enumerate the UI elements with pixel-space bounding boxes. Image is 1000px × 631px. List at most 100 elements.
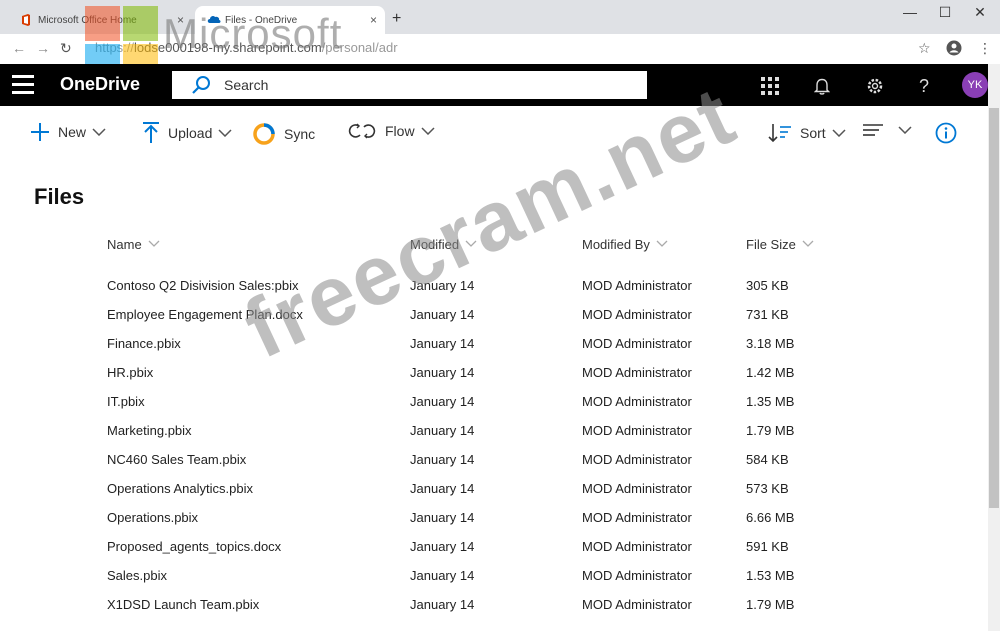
new-button[interactable]: New bbox=[30, 122, 106, 142]
info-icon bbox=[935, 122, 957, 144]
file-modified-by: MOD Administrator bbox=[582, 307, 692, 322]
file-modified: January 14 bbox=[410, 539, 475, 554]
search-input[interactable]: Search bbox=[172, 71, 647, 99]
file-size: 584 KB bbox=[746, 452, 789, 467]
table-row[interactable]: NC460 Sales Team.pbix January 14 MOD Adm… bbox=[0, 445, 988, 474]
file-modified: January 14 bbox=[410, 510, 475, 525]
file-modified: January 14 bbox=[410, 336, 475, 351]
office-icon bbox=[20, 14, 32, 26]
back-icon[interactable]: ← bbox=[12, 40, 26, 56]
file-size: 1.42 MB bbox=[746, 365, 795, 380]
file-name[interactable]: HR.pbix bbox=[107, 365, 153, 380]
file-size: 731 KB bbox=[746, 307, 789, 322]
file-modified-by: MOD Administrator bbox=[582, 394, 692, 409]
upload-label: Upload bbox=[168, 125, 213, 141]
bookmark-star-icon[interactable]: ☆ bbox=[918, 40, 931, 57]
table-row[interactable]: Operations.pbix January 14 MOD Administr… bbox=[0, 503, 988, 532]
table-row[interactable]: IT.pbix January 14 MOD Administrator 1.3… bbox=[0, 387, 988, 416]
file-modified: January 14 bbox=[410, 365, 475, 380]
chevron-down-icon bbox=[802, 239, 814, 250]
forward-icon[interactable]: → bbox=[36, 40, 50, 56]
chevron-down-icon bbox=[832, 126, 846, 140]
browser-menu-icon[interactable]: ⋮ bbox=[978, 40, 992, 57]
table-row[interactable]: Proposed_agents_topics.docx January 14 M… bbox=[0, 532, 988, 561]
hamburger-menu-icon[interactable] bbox=[12, 75, 34, 99]
file-size: 1.53 MB bbox=[746, 568, 795, 583]
close-window-button[interactable]: ✕ bbox=[960, 4, 1000, 21]
maximize-button[interactable]: ☐ bbox=[925, 4, 965, 21]
file-modified: January 14 bbox=[410, 394, 475, 409]
app-name[interactable]: OneDrive bbox=[60, 74, 140, 95]
file-modified: January 14 bbox=[410, 307, 475, 322]
reload-icon[interactable]: ↻ bbox=[60, 40, 72, 57]
avatar[interactable]: YK bbox=[962, 72, 988, 98]
table-row[interactable]: Operations Analytics.pbix January 14 MOD… bbox=[0, 474, 988, 503]
file-name[interactable]: Proposed_agents_topics.docx bbox=[107, 539, 281, 554]
new-tab-button[interactable]: + bbox=[392, 10, 401, 28]
bell-icon[interactable] bbox=[810, 74, 834, 98]
file-name[interactable]: Operations.pbix bbox=[107, 510, 198, 525]
file-name[interactable]: IT.pbix bbox=[107, 394, 145, 409]
column-header-label: File Size bbox=[746, 237, 796, 252]
column-header-label: Modified By bbox=[582, 237, 650, 252]
file-name[interactable]: NC460 Sales Team.pbix bbox=[107, 452, 246, 467]
chevron-down-icon bbox=[656, 239, 668, 250]
column-header-name[interactable]: Name bbox=[107, 237, 160, 252]
file-name[interactable]: Finance.pbix bbox=[107, 336, 181, 351]
file-size: 573 KB bbox=[746, 481, 789, 496]
file-modified-by: MOD Administrator bbox=[582, 278, 692, 293]
sync-icon bbox=[252, 122, 276, 146]
upload-icon bbox=[142, 122, 160, 144]
table-row[interactable]: Contoso Q2 Disivision Sales:pbix January… bbox=[0, 271, 988, 300]
file-size: 1.35 MB bbox=[746, 394, 795, 409]
column-header-modified-by[interactable]: Modified By bbox=[582, 237, 668, 252]
file-modified-by: MOD Administrator bbox=[582, 539, 692, 554]
tab-close-icon[interactable]: × bbox=[370, 13, 377, 27]
sync-button[interactable]: Sync bbox=[252, 122, 315, 146]
file-name[interactable]: X1DSD Launch Team.pbix bbox=[107, 597, 259, 612]
table-row[interactable]: X1DSD Launch Team.pbix January 14 MOD Ad… bbox=[0, 590, 988, 619]
plus-icon bbox=[30, 122, 50, 142]
upload-button[interactable]: Upload bbox=[142, 122, 232, 144]
search-placeholder: Search bbox=[224, 77, 269, 93]
suite-bar: OneDrive Search ? bbox=[0, 64, 988, 106]
file-modified-by: MOD Administrator bbox=[582, 510, 692, 525]
new-label: New bbox=[58, 124, 87, 140]
sort-icon bbox=[768, 122, 792, 144]
column-header-file-size[interactable]: File Size bbox=[746, 237, 814, 252]
file-modified: January 14 bbox=[410, 452, 475, 467]
file-modified: January 14 bbox=[410, 423, 475, 438]
view-options-button[interactable] bbox=[862, 122, 912, 138]
file-name[interactable]: Operations Analytics.pbix bbox=[107, 481, 253, 496]
app-launcher-icon[interactable] bbox=[758, 74, 782, 98]
info-button[interactable] bbox=[935, 122, 965, 144]
file-name[interactable]: Sales.pbix bbox=[107, 568, 167, 583]
help-icon[interactable]: ? bbox=[912, 74, 936, 98]
gear-icon[interactable] bbox=[863, 74, 887, 98]
table-row[interactable]: Employee Engagement Plan.docx January 14… bbox=[0, 300, 988, 329]
flow-icon bbox=[347, 122, 377, 140]
file-size: 6.66 MB bbox=[746, 510, 795, 525]
column-header-label: Name bbox=[107, 237, 142, 252]
profile-icon[interactable] bbox=[946, 40, 962, 59]
minimize-button[interactable]: — bbox=[890, 4, 930, 20]
flow-label: Flow bbox=[385, 123, 415, 139]
file-modified: January 14 bbox=[410, 597, 475, 612]
file-name[interactable]: Marketing.pbix bbox=[107, 423, 192, 438]
page-title: Files bbox=[34, 184, 85, 209]
file-modified-by: MOD Administrator bbox=[582, 365, 692, 380]
sort-button[interactable]: Sort bbox=[768, 122, 846, 144]
view-options-icon bbox=[862, 122, 884, 138]
file-size: 3.18 MB bbox=[746, 336, 795, 351]
chevron-down-icon bbox=[218, 126, 232, 140]
file-modified-by: MOD Administrator bbox=[582, 452, 692, 467]
scrollbar-thumb[interactable] bbox=[989, 108, 999, 508]
chevron-down-icon bbox=[421, 124, 435, 138]
table-row[interactable]: Marketing.pbix January 14 MOD Administra… bbox=[0, 416, 988, 445]
file-modified-by: MOD Administrator bbox=[582, 568, 692, 583]
chevron-down-icon bbox=[148, 239, 160, 250]
table-row[interactable]: Finance.pbix January 14 MOD Administrato… bbox=[0, 329, 988, 358]
flow-button[interactable]: Flow bbox=[347, 122, 435, 140]
table-row[interactable]: HR.pbix January 14 MOD Administrator 1.4… bbox=[0, 358, 988, 387]
table-row[interactable]: Sales.pbix January 14 MOD Administrator … bbox=[0, 561, 988, 590]
